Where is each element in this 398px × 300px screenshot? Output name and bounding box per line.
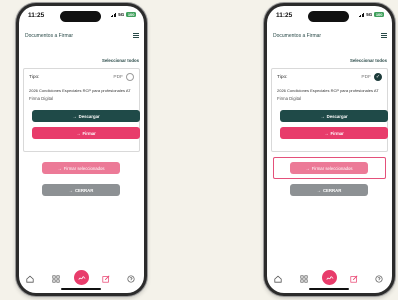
sign-button[interactable]: → Firmar [32, 127, 140, 139]
arrow-right-icon: → [324, 130, 329, 136]
page-title: Documentos a Firmar [273, 33, 322, 39]
close-button[interactable]: → CERRAR [290, 184, 368, 196]
document-type-label: Tipo: [29, 75, 40, 80]
phone-right: 11:25 5G 100 Documentos a Firmar Selecci… [264, 3, 395, 296]
help-icon[interactable] [127, 275, 135, 283]
screen: 11:25 5G 100 Documentos a Firmar Selecci… [19, 6, 144, 293]
grid-icon[interactable] [52, 275, 60, 283]
signature-type: Firma Digital [277, 96, 302, 101]
sign-selected-label: Firmar seleccionados [63, 165, 105, 171]
sign-selected-button[interactable]: → Firmar seleccionados [290, 162, 368, 174]
sign-icon[interactable] [74, 270, 89, 285]
close-button-label: CERRAR [322, 187, 342, 193]
menu-icon[interactable] [381, 33, 387, 38]
bottom-tab-bar [267, 269, 392, 289]
document-type-label: Tipo: [277, 75, 288, 80]
document-format: PDF [361, 75, 371, 80]
home-icon[interactable] [274, 275, 282, 283]
document-card: Tipo: PDF ✓ 2026 Condiciones Especiales … [271, 68, 388, 152]
page-title: Documentos a Firmar [25, 33, 74, 39]
download-button[interactable]: → Descargar [280, 110, 388, 122]
menu-icon[interactable] [133, 33, 139, 38]
document-name: 2026 Condiciones Especiales RCP para pro… [277, 88, 379, 93]
status-indicators: 5G 100 [358, 12, 384, 17]
edit-icon[interactable] [350, 275, 358, 283]
home-icon[interactable] [26, 275, 34, 283]
battery-icon: 100 [374, 12, 384, 17]
close-button[interactable]: → CERRAR [42, 184, 120, 196]
dynamic-island [60, 11, 101, 22]
sign-button-label: Firmar [82, 130, 96, 136]
signature-type: Firma Digital [29, 96, 54, 101]
arrow-right-icon: → [68, 187, 73, 193]
sign-icon[interactable] [322, 270, 337, 285]
network-label: 5G [366, 12, 373, 17]
document-card: Tipo: PDF 2026 Condiciones Especiales RC… [23, 68, 140, 152]
sign-button-label: Firmar [330, 130, 344, 136]
arrow-right-icon: → [57, 165, 62, 171]
home-indicator [61, 288, 101, 290]
check-icon: ✓ [375, 73, 381, 80]
sign-selected-label: Firmar seleccionados [311, 165, 353, 171]
download-button[interactable]: → Descargar [32, 110, 140, 122]
grid-icon[interactable] [300, 275, 308, 283]
status-time: 11:25 [28, 12, 45, 19]
signal-icon [110, 12, 117, 17]
status-indicators: 5G 100 [110, 12, 136, 17]
network-label: 5G [118, 12, 125, 17]
download-button-label: Descargar [78, 113, 100, 119]
select-all-link[interactable]: Seleccionar todos [350, 58, 387, 63]
screen: 11:25 5G 100 Documentos a Firmar Selecci… [267, 6, 392, 293]
download-button-label: Descargar [326, 113, 348, 119]
document-checkbox[interactable] [126, 73, 134, 81]
arrow-right-icon: → [305, 165, 310, 171]
bottom-tab-bar [19, 269, 144, 289]
document-format: PDF [113, 75, 123, 80]
arrow-right-icon: → [320, 113, 325, 119]
document-checkbox-checked[interactable]: ✓ [374, 73, 382, 81]
arrow-right-icon: → [72, 113, 77, 119]
help-icon[interactable] [375, 275, 383, 283]
arrow-right-icon: → [316, 187, 321, 193]
battery-icon: 100 [126, 12, 136, 17]
edit-icon[interactable] [102, 275, 110, 283]
sign-button[interactable]: → Firmar [280, 127, 388, 139]
home-indicator [309, 288, 349, 290]
close-button-label: CERRAR [74, 187, 94, 193]
status-time: 11:25 [276, 12, 293, 19]
sign-selected-button[interactable]: → Firmar seleccionados [42, 162, 120, 174]
document-name: 2026 Condiciones Especiales RCP para pro… [29, 88, 131, 93]
arrow-right-icon: → [76, 130, 81, 136]
phone-left: 11:25 5G 100 Documentos a Firmar Selecci… [16, 3, 147, 296]
select-all-link[interactable]: Seleccionar todos [102, 58, 139, 63]
signal-icon [358, 12, 365, 17]
dynamic-island [308, 11, 349, 22]
